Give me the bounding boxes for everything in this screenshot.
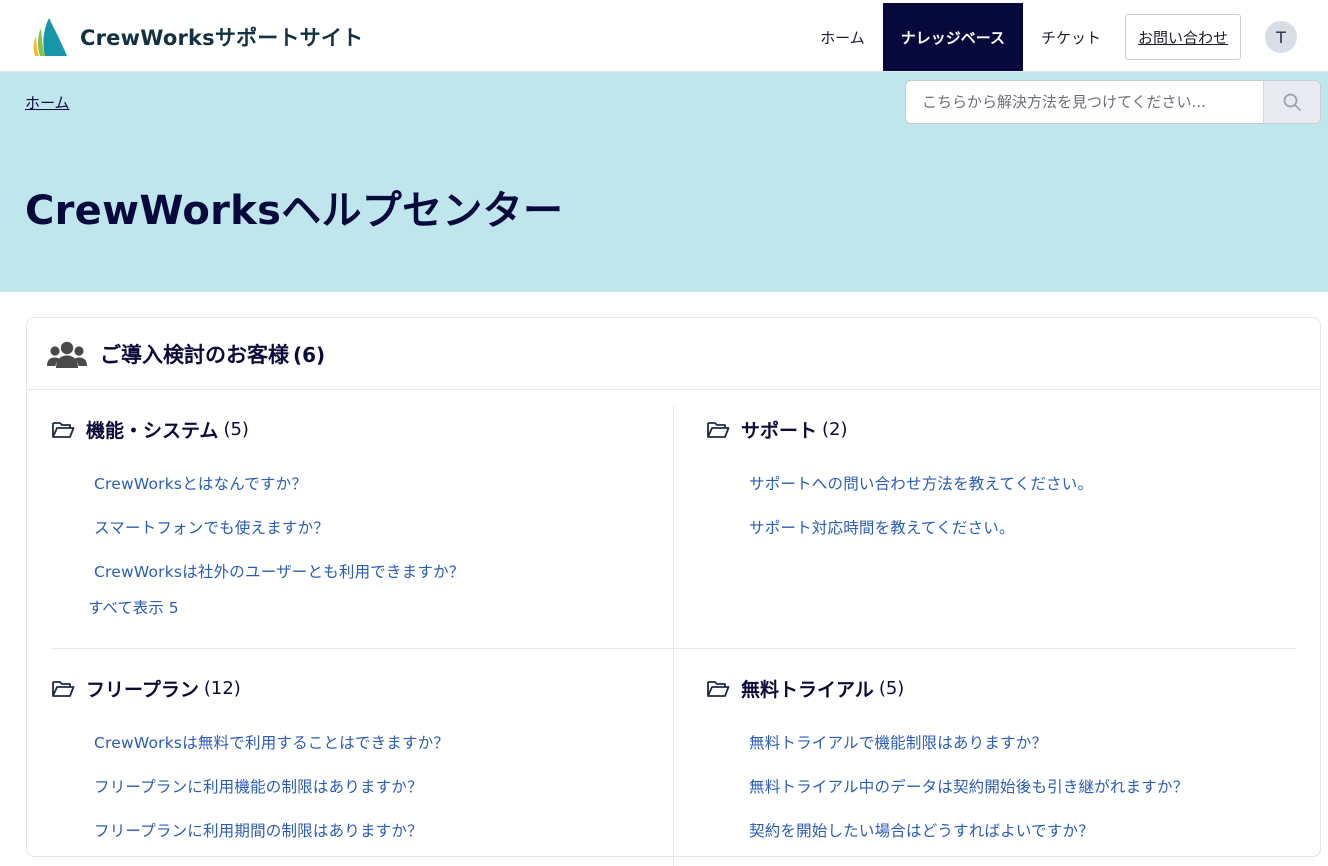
list-item: CrewWorksとはなんですか？ (94, 472, 611, 516)
article-link[interactable]: CrewWorksは無料で利用することはできますか？ (94, 734, 449, 752)
nav-tickets[interactable]: チケット (1023, 3, 1119, 71)
user-avatar[interactable]: T (1265, 21, 1297, 53)
article-list: 無料トライアルで機能制限はありますか？ 無料トライアル中のデータは契約開始後も引… (706, 731, 1266, 863)
folder-open-icon (707, 422, 730, 438)
list-item: サポート対応時間を教えてください。 (749, 516, 1266, 560)
section-free-plan: フリープラン (12) CrewWorksは無料で利用することはできますか？ フ… (51, 675, 611, 863)
list-item: サポートへの問い合わせ方法を教えてください。 (749, 472, 1266, 516)
section-title: 無料トライアル (741, 678, 874, 701)
breadcrumb-home[interactable]: ホーム (25, 92, 70, 113)
section-title: サポート (741, 419, 818, 442)
category-header: ご導入検討のお客様 (6) (27, 318, 1320, 390)
section-count: (12) (203, 677, 241, 699)
show-all-link[interactable]: すべて表示 5 (88, 596, 611, 618)
section-header[interactable]: サポート (2) (706, 416, 1266, 442)
article-link[interactable]: CrewWorksとはなんですか？ (94, 475, 307, 493)
nav-home[interactable]: ホーム (802, 3, 883, 71)
search-button[interactable] (1263, 81, 1320, 123)
top-header: CrewWorksサポートサイト ホーム ナレッジベース チケット お問い合わせ… (0, 0, 1328, 72)
category-title[interactable]: ご導入検討のお客様 (6) (100, 339, 325, 369)
search-box (905, 80, 1321, 124)
list-item: フリープランに利用機能の制限はありますか？ (94, 775, 611, 819)
section-free-trial: 無料トライアル (5) 無料トライアルで機能制限はありますか？ 無料トライアル中… (706, 675, 1266, 863)
list-item: 契約を開始したい場合はどうすればよいですか？ (749, 819, 1266, 863)
section-count: (2) (822, 418, 848, 440)
list-item: フリープランに利用期間の制限はありますか？ (94, 819, 611, 863)
main-nav: ホーム ナレッジベース チケット お問い合わせ T (802, 3, 1328, 71)
section-header[interactable]: 機能・システム (5) (51, 416, 611, 442)
users-group-icon (47, 341, 87, 368)
article-link[interactable]: サポート対応時間を教えてください。 (749, 519, 1015, 537)
column-divider (673, 406, 674, 866)
article-link[interactable]: CrewWorksは社外のユーザーとも利用できますか？ (94, 563, 464, 581)
section-support: サポート (2) サポートへの問い合わせ方法を教えてください。 サポート対応時間… (706, 416, 1266, 560)
section-features: 機能・システム (5) CrewWorksとはなんですか？ スマートフォンでも使… (51, 416, 611, 618)
section-count: (5) (878, 677, 905, 699)
list-item: CrewWorksは無料で利用することはできますか？ (94, 731, 611, 775)
article-link[interactable]: フリープランに利用期間の制限はありますか？ (94, 822, 423, 840)
article-link[interactable]: 無料トライアルで機能制限はありますか？ (749, 734, 1047, 752)
site-name: CrewWorksサポートサイト (80, 26, 364, 50)
search-input[interactable] (906, 81, 1263, 123)
article-link[interactable]: 契約を開始したい場合はどうすればよいですか？ (749, 822, 1094, 840)
article-list: CrewWorksは無料で利用することはできますか？ フリープランに利用機能の制… (51, 731, 611, 863)
category-card: ご導入検討のお客様 (6) 機能・システム (5) CrewWorksとはなんです… (26, 317, 1321, 866)
article-link[interactable]: 無料トライアル中のデータは契約開始後も引き継がれますか？ (749, 778, 1188, 796)
article-link[interactable]: フリープランに利用機能の制限はありますか？ (94, 778, 423, 796)
list-item: スマートフォンでも使えますか？ (94, 516, 611, 560)
category-count: (6) (293, 342, 326, 367)
folder-open-icon (707, 681, 730, 697)
list-item: 無料トライアル中のデータは契約開始後も引き継がれますか？ (749, 775, 1266, 819)
article-link[interactable]: サポートへの問い合わせ方法を教えてください。 (749, 475, 1093, 493)
folder-open-icon (52, 681, 75, 697)
site-logo-link[interactable]: CrewWorksサポートサイト (28, 14, 363, 60)
article-link[interactable]: スマートフォンでも使えますか？ (94, 519, 329, 537)
section-header[interactable]: フリープラン (12) (51, 675, 611, 701)
section-header[interactable]: 無料トライアル (5) (706, 675, 1266, 701)
folder-open-icon (52, 422, 75, 438)
article-list: サポートへの問い合わせ方法を教えてください。 サポート対応時間を教えてください。 (706, 472, 1266, 560)
search-icon (1283, 93, 1301, 111)
sail-logo-icon (33, 18, 67, 56)
nav-knowledge-base[interactable]: ナレッジベース (882, 3, 1023, 71)
hero-banner: ホーム CrewWorksヘルプセンター (0, 72, 1328, 292)
page-title: CrewWorksヘルプセンター (25, 188, 564, 234)
section-title: フリープラン (86, 678, 199, 701)
section-title: 機能・システム (86, 419, 219, 442)
list-item: 無料トライアルで機能制限はありますか？ (749, 731, 1266, 775)
contact-button[interactable]: お問い合わせ (1124, 14, 1241, 60)
row-divider (51, 648, 1297, 649)
section-count: (5) (223, 418, 249, 440)
article-list: CrewWorksとはなんですか？ スマートフォンでも使えますか？ CrewWo… (51, 472, 611, 604)
